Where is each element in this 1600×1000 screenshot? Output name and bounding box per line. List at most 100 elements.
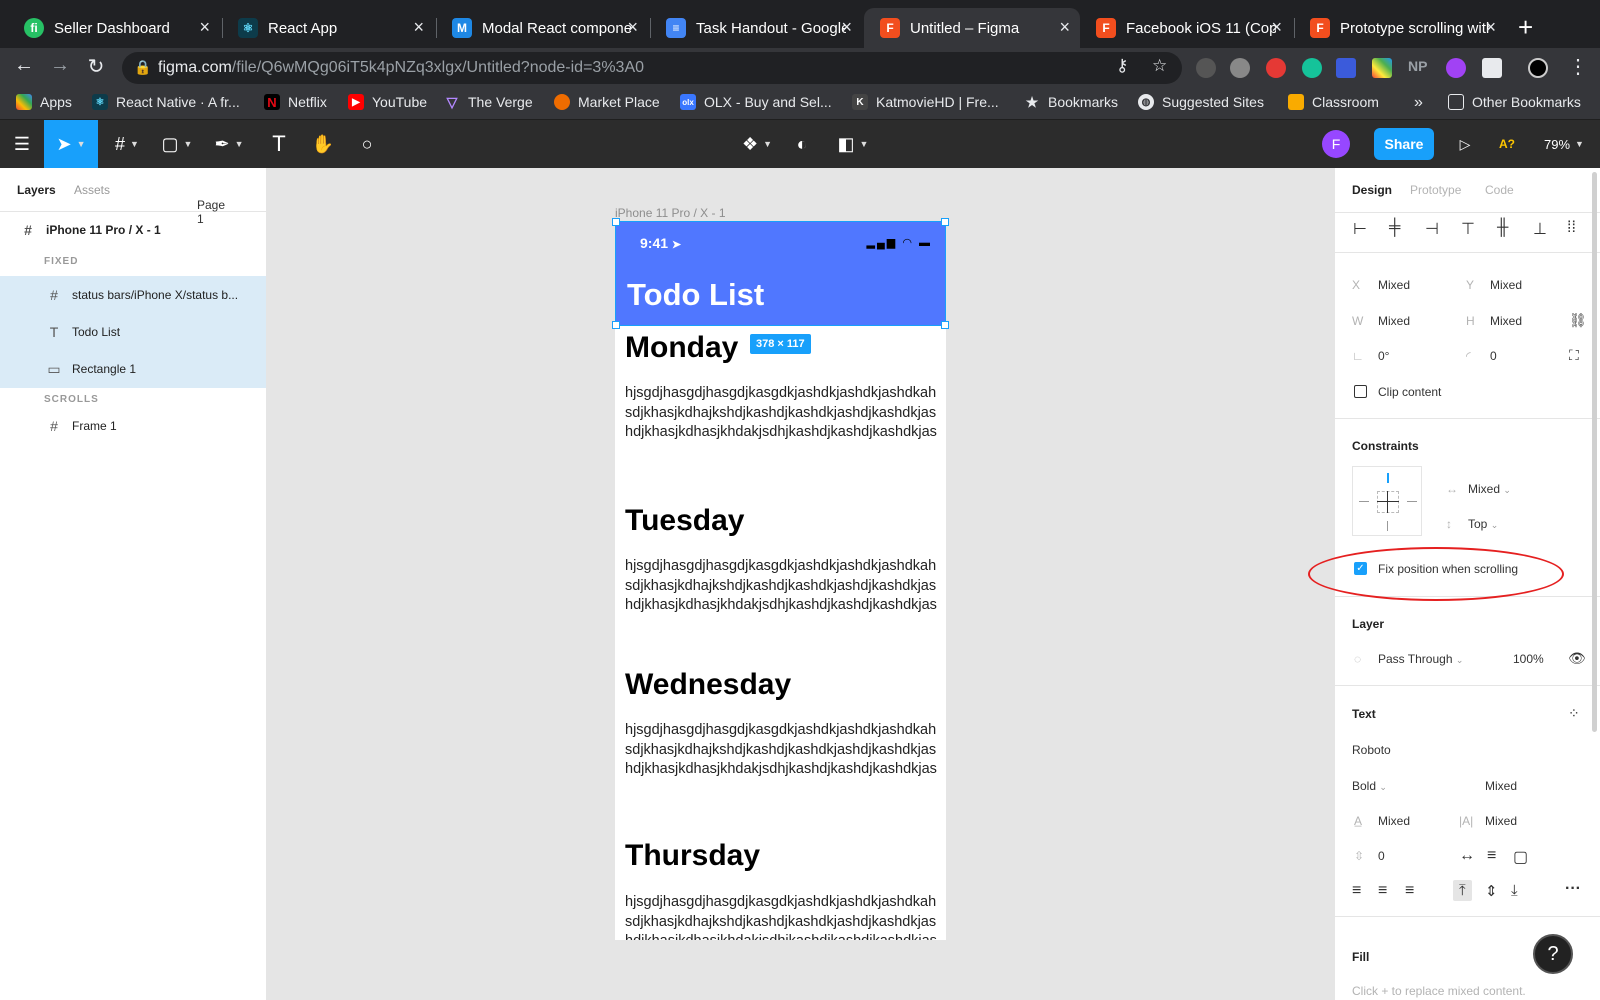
constraint-top-active[interactable] — [1387, 473, 1389, 483]
bookmarks-overflow-icon[interactable]: » — [1414, 94, 1423, 112]
todo-list-title[interactable]: Todo List — [627, 277, 764, 313]
h-input[interactable]: Mixed — [1490, 314, 1522, 328]
x-input[interactable]: Mixed — [1378, 278, 1410, 292]
key-icon[interactable]: ⚷ — [1116, 56, 1128, 76]
boolean-icon[interactable]: ◧ ▼ — [830, 120, 876, 168]
layer-row-rectangle[interactable]: ▭ Rectangle 1 — [0, 350, 266, 388]
tab-code[interactable]: Code — [1485, 183, 1514, 197]
blend-mode-select[interactable]: Pass Through ⌄ — [1378, 652, 1463, 666]
align-top-text-icon[interactable]: ⤒ — [1453, 880, 1472, 901]
distribute-icon[interactable]: ⁞⁞ — [1567, 219, 1576, 237]
bookmark-netflix[interactable]: N Netflix — [264, 94, 327, 110]
profile-avatar[interactable] — [1528, 58, 1548, 78]
align-center-icon[interactable]: ╪ — [1389, 219, 1400, 237]
bookmark-bookmarks[interactable]: ★ Bookmarks — [1024, 94, 1118, 111]
tab-prototype-scrolling[interactable]: F Prototype scrolling with × — [1294, 8, 1506, 48]
auto-width-icon[interactable]: ↔ — [1459, 847, 1475, 865]
back-icon[interactable]: ← — [10, 54, 38, 77]
tab-assets[interactable]: Assets — [74, 183, 110, 197]
day-heading[interactable]: Thursday — [625, 839, 760, 873]
close-icon[interactable]: × — [1059, 17, 1070, 38]
text-align-center-icon[interactable]: ≡ — [1378, 882, 1387, 900]
new-tab-icon[interactable]: + — [1518, 12, 1533, 43]
move-tool-icon[interactable]: ➤ ▼ — [44, 120, 98, 168]
close-icon[interactable]: × — [413, 17, 424, 38]
close-icon[interactable]: × — [627, 17, 638, 38]
font-family-select[interactable]: Roboto — [1352, 743, 1391, 757]
day-description[interactable]: hjsgdjhasgdjhasgdjkasgdkjashdkjashdkjash… — [625, 557, 940, 616]
align-middle-icon[interactable]: ╫ — [1497, 219, 1508, 237]
paragraph-spacing-input[interactable]: 0 — [1378, 849, 1385, 863]
vertical-constraint-select[interactable]: Top ⌄ — [1468, 517, 1498, 531]
constraint-bottom[interactable] — [1387, 521, 1388, 531]
constrain-proportions-icon[interactable]: ⛓ — [1569, 312, 1587, 329]
frame-label[interactable]: iPhone 11 Pro / X - 1 — [615, 206, 726, 220]
align-bottom-text-icon[interactable]: ⤓ — [1511, 882, 1518, 899]
more-options-icon[interactable]: ··· — [1565, 880, 1581, 898]
text-align-right-icon[interactable]: ≡ — [1405, 882, 1414, 900]
zoom-menu[interactable]: 79% ▼ — [1536, 120, 1592, 168]
mask-icon[interactable]: ◐ — [786, 120, 818, 168]
bookmark-react-native[interactable]: ⚛ React Native · A fr... — [92, 94, 240, 110]
font-size-input[interactable]: Mixed — [1485, 779, 1517, 793]
layer-row-todo-list[interactable]: T Todo List — [0, 314, 266, 350]
more-menu-icon[interactable]: ⋮ — [1564, 54, 1592, 79]
component-icon[interactable]: ❖ ▼ — [734, 120, 780, 168]
tab-task-handout[interactable]: ≡ Task Handout - Google Docs × — [650, 8, 862, 48]
extension-icon[interactable] — [1230, 58, 1250, 78]
align-right-icon[interactable]: ⊣ — [1425, 219, 1439, 239]
constraint-left[interactable] — [1359, 501, 1369, 502]
tab-design[interactable]: Design — [1352, 183, 1392, 197]
extension-icon[interactable] — [1196, 58, 1216, 78]
layer-row-status-bars[interactable]: # status bars/iPhone X/status b... — [0, 276, 266, 314]
y-input[interactable]: Mixed — [1490, 278, 1522, 292]
tab-figma-untitled[interactable]: F Untitled – Figma × — [864, 8, 1080, 48]
constraint-right[interactable] — [1407, 501, 1417, 502]
bookmark-olx[interactable]: olx OLX - Buy and Sel... — [680, 94, 832, 110]
color-picker-icon[interactable] — [1372, 58, 1392, 78]
clip-content-checkbox[interactable] — [1354, 385, 1367, 398]
constraint-center[interactable] — [1377, 491, 1399, 513]
header-rectangle[interactable]: 9:41 ➤ ▂▄▆ ◠ ▬ Todo List — [615, 221, 946, 326]
layer-row-frame[interactable]: # iPhone 11 Pro / X - 1 — [0, 212, 266, 248]
tab-facebook-ios[interactable]: F Facebook iOS 11 (Copy) × — [1080, 8, 1292, 48]
align-bottom-icon[interactable]: ⊥ — [1533, 219, 1547, 239]
grammarly-icon[interactable] — [1302, 58, 1322, 78]
extension-icon[interactable] — [1482, 58, 1502, 78]
close-icon[interactable]: × — [841, 17, 852, 38]
line-height-input[interactable]: Mixed — [1378, 814, 1410, 828]
close-icon[interactable]: × — [1485, 17, 1496, 38]
opacity-input[interactable]: 100% — [1513, 652, 1544, 666]
font-weight-select[interactable]: Bold ⌄ — [1352, 779, 1387, 793]
iphone-frame[interactable]: Monday hjsgdjhasgdjhasgdjkasgdkjashdkjas… — [615, 221, 946, 940]
letter-spacing-input[interactable]: Mixed — [1485, 814, 1517, 828]
tab-layers[interactable]: Layers — [17, 183, 56, 197]
bookmark-other[interactable]: Other Bookmarks — [1448, 94, 1581, 110]
frame-tool-icon[interactable]: # ▼ — [104, 120, 150, 168]
reload-icon[interactable]: ↻ — [82, 54, 110, 79]
align-middle-text-icon[interactable]: ⇕ — [1485, 882, 1498, 900]
corner-radius-input[interactable]: 0 — [1490, 349, 1497, 363]
constraint-widget[interactable] — [1352, 466, 1422, 536]
align-top-icon[interactable]: ⊤ — [1461, 219, 1475, 239]
bookmark-suggested-sites[interactable]: ◍ Suggested Sites — [1138, 94, 1264, 110]
extension-icon[interactable] — [1336, 58, 1356, 78]
close-icon[interactable]: × — [1271, 17, 1282, 38]
avatar[interactable]: F — [1322, 130, 1350, 158]
extension-icon[interactable] — [1446, 58, 1466, 78]
bookmark-katmoviehd[interactable]: K KatmovieHD | Fre... — [852, 94, 999, 110]
address-bar[interactable]: 🔒 figma.com/file/Q6wMQg06iT5k4pNZq3xlgx/… — [122, 52, 1182, 84]
day-description[interactable]: hjsgdjhasgdjhasgdjkasgdkjashdkjashdkjash… — [625, 721, 940, 780]
day-description[interactable]: hjsgdjhasgdjhasgdjkasgdkjashdkjashdkjash… — [625, 893, 940, 940]
horizontal-constraint-select[interactable]: Mixed ⌄ — [1468, 482, 1511, 496]
layer-row-frame-1[interactable]: # Frame 1 — [0, 408, 266, 444]
text-tool-icon[interactable]: T — [260, 120, 298, 168]
hand-tool-icon[interactable]: ✋ — [304, 120, 342, 168]
tab-prototype[interactable]: Prototype — [1410, 183, 1461, 197]
day-heading[interactable]: Wednesday — [625, 668, 791, 702]
auto-height-icon[interactable]: ≡ — [1487, 847, 1496, 865]
tab-modal-react[interactable]: M Modal React component × — [436, 8, 648, 48]
missing-fonts-icon[interactable]: A? — [1492, 120, 1522, 168]
help-button[interactable]: ? — [1533, 934, 1573, 974]
bookmark-youtube[interactable]: ▶ YouTube — [348, 94, 427, 110]
